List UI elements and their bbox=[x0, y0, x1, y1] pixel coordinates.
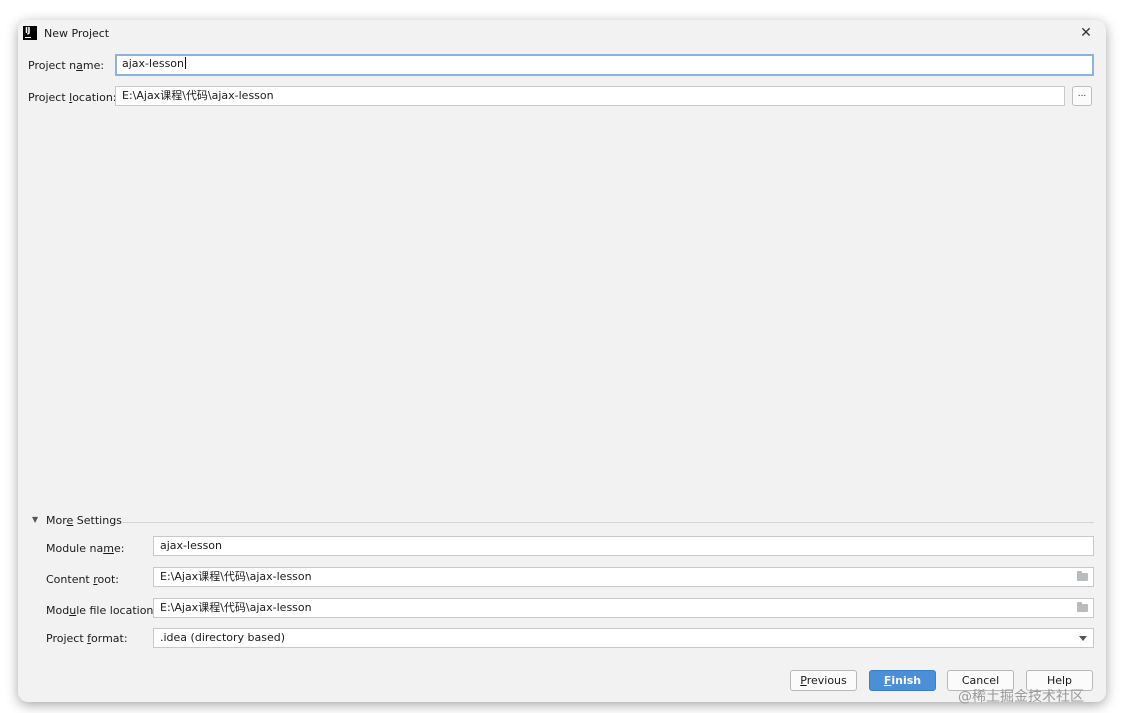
module-file-location-value: E:\Ajax课程\代码\ajax-lesson bbox=[160, 601, 312, 614]
browse-location-button[interactable]: ... bbox=[1072, 86, 1092, 106]
watermark: @稀土掘金技术社区 bbox=[958, 689, 1084, 705]
project-location-input[interactable]: E:\Ajax课程\代码\ajax-lesson bbox=[115, 86, 1065, 106]
more-settings-label: More Settings bbox=[46, 514, 122, 527]
folder-icon[interactable] bbox=[1077, 571, 1088, 581]
module-name-label: Module name: bbox=[46, 542, 125, 555]
window-title: New Project bbox=[44, 27, 110, 40]
new-project-dialog: IJ New Project ✕ Project name: ajax-less… bbox=[18, 20, 1106, 702]
finish-button[interactable]: Finish bbox=[869, 670, 936, 691]
module-name-input[interactable]: ajax-lesson bbox=[153, 536, 1094, 556]
project-location-label: Project location: bbox=[28, 91, 117, 104]
project-name-input[interactable]: ajax-lesson bbox=[115, 54, 1094, 76]
more-settings-toggle[interactable]: ▼ More Settings bbox=[30, 514, 1094, 530]
project-name-value: ajax-lesson bbox=[122, 57, 185, 70]
section-divider bbox=[122, 522, 1094, 523]
project-name-label: Project name: bbox=[28, 59, 105, 72]
module-file-location-label: Module file location: bbox=[46, 604, 158, 617]
previous-button[interactable]: Previous bbox=[790, 670, 857, 691]
triangle-down-icon: ▼ bbox=[32, 515, 39, 524]
content-root-label: Content root: bbox=[46, 573, 120, 586]
folder-icon[interactable] bbox=[1077, 602, 1088, 612]
content-root-value: E:\Ajax课程\代码\ajax-lesson bbox=[160, 570, 312, 583]
text-caret bbox=[185, 57, 187, 69]
intellij-idea-icon: IJ bbox=[23, 26, 37, 40]
project-format-value: .idea (directory based) bbox=[160, 631, 286, 644]
project-format-label: Project format: bbox=[46, 632, 128, 645]
project-format-select[interactable]: .idea (directory based) bbox=[153, 628, 1094, 648]
chevron-down-icon bbox=[1079, 636, 1087, 641]
close-icon[interactable]: ✕ bbox=[1078, 23, 1094, 43]
content-root-input[interactable]: E:\Ajax课程\代码\ajax-lesson bbox=[153, 567, 1094, 587]
title-bar: IJ New Project ✕ bbox=[18, 20, 1106, 47]
module-file-location-input[interactable]: E:\Ajax课程\代码\ajax-lesson bbox=[153, 598, 1094, 618]
